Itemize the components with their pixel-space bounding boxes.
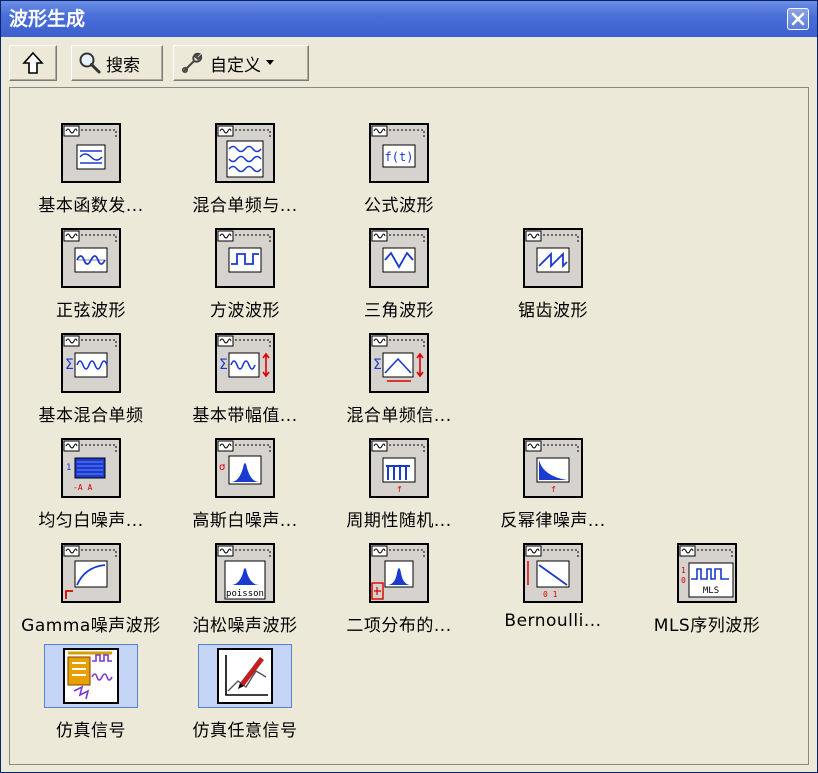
palette-item-sawtooth-waveform[interactable]: 锯齿波形 [478,228,628,328]
search-label: 搜索 [106,55,140,76]
wrench-icon [181,52,203,73]
palette-item-inverse-power-noise[interactable]: f 反幂律噪声... [478,438,628,538]
multitone-signal-icon: Σ [369,333,429,393]
binomial-noise-icon [369,543,429,603]
poisson-noise-icon: poisson [215,543,275,603]
item-label: 基本带幅值... [192,406,298,426]
mls-text: MLS [703,586,719,596]
item-label: 基本混合单频 [38,406,144,426]
palette-item-gaussian-white-noise[interactable]: σ 高斯白噪声... [170,438,320,538]
svg-text:1: 1 [66,463,71,473]
palette-item-binomial-noise[interactable]: 二项分布的... [324,543,474,643]
item-label: 反幂律噪声... [500,511,606,531]
item-label: Gamma噪声波形 [21,616,161,636]
close-icon [791,12,805,26]
periodic-random-noise-icon: f [369,438,429,498]
palette-item-basic-multitone-amplitude[interactable]: Σ 基本带幅值... [170,333,320,433]
svg-text:Σ: Σ [219,357,228,373]
palette-item-multitone-signal[interactable]: Σ 混合单频信... [324,333,474,433]
svg-text:Σ: Σ [65,357,74,373]
gaussian-white-noise-icon: σ [215,438,275,498]
palette-item-basic-multitone[interactable]: Σ 基本混合单频 [16,333,166,433]
item-label: Bernoulli... [504,611,602,631]
palette-item-basic-function-generator[interactable]: 基本函数发... [16,123,166,223]
mixed-single-tone-icon [215,123,275,183]
item-label: 仿真任意信号 [192,721,298,741]
palette-item-bernoulli-noise[interactable]: 0 1 Bernoulli... [478,543,628,643]
palette-item-simulate-signal[interactable]: 仿真信号 [16,644,166,748]
up-arrow-icon [22,51,44,74]
palette-item-formula-waveform[interactable]: f(t) 公式波形 [324,123,474,223]
up-button[interactable] [9,45,57,81]
basic-multitone-icon: Σ [61,333,121,393]
svg-text:-A A: -A A [73,483,92,492]
window-title: 波形生成 [9,8,86,30]
item-label: 三角波形 [364,301,434,321]
basic-multitone-amplitude-icon: Σ [215,333,275,393]
svg-text:0 1: 0 1 [543,590,558,599]
palette-item-poisson-noise[interactable]: poisson 泊松噪声波形 [170,543,320,643]
bernoulli-noise-icon: 0 1 [523,543,583,603]
palette-item-simulate-arbitrary-signal[interactable]: 仿真任意信号 [170,644,320,748]
item-label: 仿真信号 [56,721,126,741]
mls-sequence-icon: 1 0 MLS [677,543,737,603]
item-label: 方波波形 [210,301,280,321]
item-label: 基本函数发... [38,196,144,216]
palette-item-gamma-noise[interactable]: Gamma噪声波形 [16,543,166,643]
simulate-signal-icon [44,644,138,708]
formula-waveform-icon: f(t) [369,123,429,183]
triangle-waveform-icon [369,228,429,288]
svg-text:σ: σ [219,462,226,473]
item-label: 均匀白噪声... [38,511,144,531]
item-label: 混合单频与... [192,196,298,216]
svg-text:1: 1 [681,566,686,575]
item-label: 正弦波形 [56,301,126,321]
svg-text:Σ: Σ [373,357,382,373]
gamma-noise-icon [61,543,121,603]
search-button[interactable]: 搜索 [71,45,163,81]
palette-content: 基本函数发... 混合单频与... f(t) 公式波形 正弦波形 方波波形 三角… [9,87,809,765]
poisson-text: poisson [226,589,264,599]
item-label: 高斯白噪声... [192,511,298,531]
palette-item-square-waveform[interactable]: 方波波形 [170,228,320,328]
item-label: 公式波形 [364,196,434,216]
palette-item-triangle-waveform[interactable]: 三角波形 [324,228,474,328]
formula-text: f(t) [385,150,414,164]
item-label: 锯齿波形 [518,301,588,321]
inverse-power-noise-icon: f [523,438,583,498]
sine-waveform-icon [61,228,121,288]
basic-function-generator-icon [61,123,121,183]
customize-button[interactable]: 自定义 [173,45,309,81]
close-button[interactable] [787,8,809,30]
svg-text:0: 0 [681,576,686,585]
svg-text:f: f [397,485,402,494]
palette-item-mls-sequence[interactable]: 1 0 MLS MLS序列波形 [632,543,782,643]
search-icon [79,52,101,74]
palette-item-sine-waveform[interactable]: 正弦波形 [16,228,166,328]
item-label: 周期性随机... [346,511,452,531]
item-label: 泊松噪声波形 [192,616,298,636]
title-bar: 波形生成 [1,1,817,37]
waveform-generation-palette: 波形生成 搜索 自定义 基本函数发... 混合单频与... f(t) 公式波形 … [0,0,818,773]
simulate-arbitrary-signal-icon [198,644,292,708]
palette-item-mixed-single-tone[interactable]: 混合单频与... [170,123,320,223]
customize-label: 自定义 [210,55,261,76]
square-waveform-icon [215,228,275,288]
uniform-white-noise-icon: 1 -A A [61,438,121,498]
item-label: 混合单频信... [346,406,452,426]
palette-item-uniform-white-noise[interactable]: 1 -A A 均匀白噪声... [16,438,166,538]
item-label: 二项分布的... [346,616,452,636]
sawtooth-waveform-icon [523,228,583,288]
svg-text:f: f [551,485,556,494]
dropdown-arrow-icon [266,60,274,65]
toolbar: 搜索 自定义 [9,45,809,85]
palette-item-periodic-random-noise[interactable]: f 周期性随机... [324,438,474,538]
item-label: MLS序列波形 [653,616,761,636]
